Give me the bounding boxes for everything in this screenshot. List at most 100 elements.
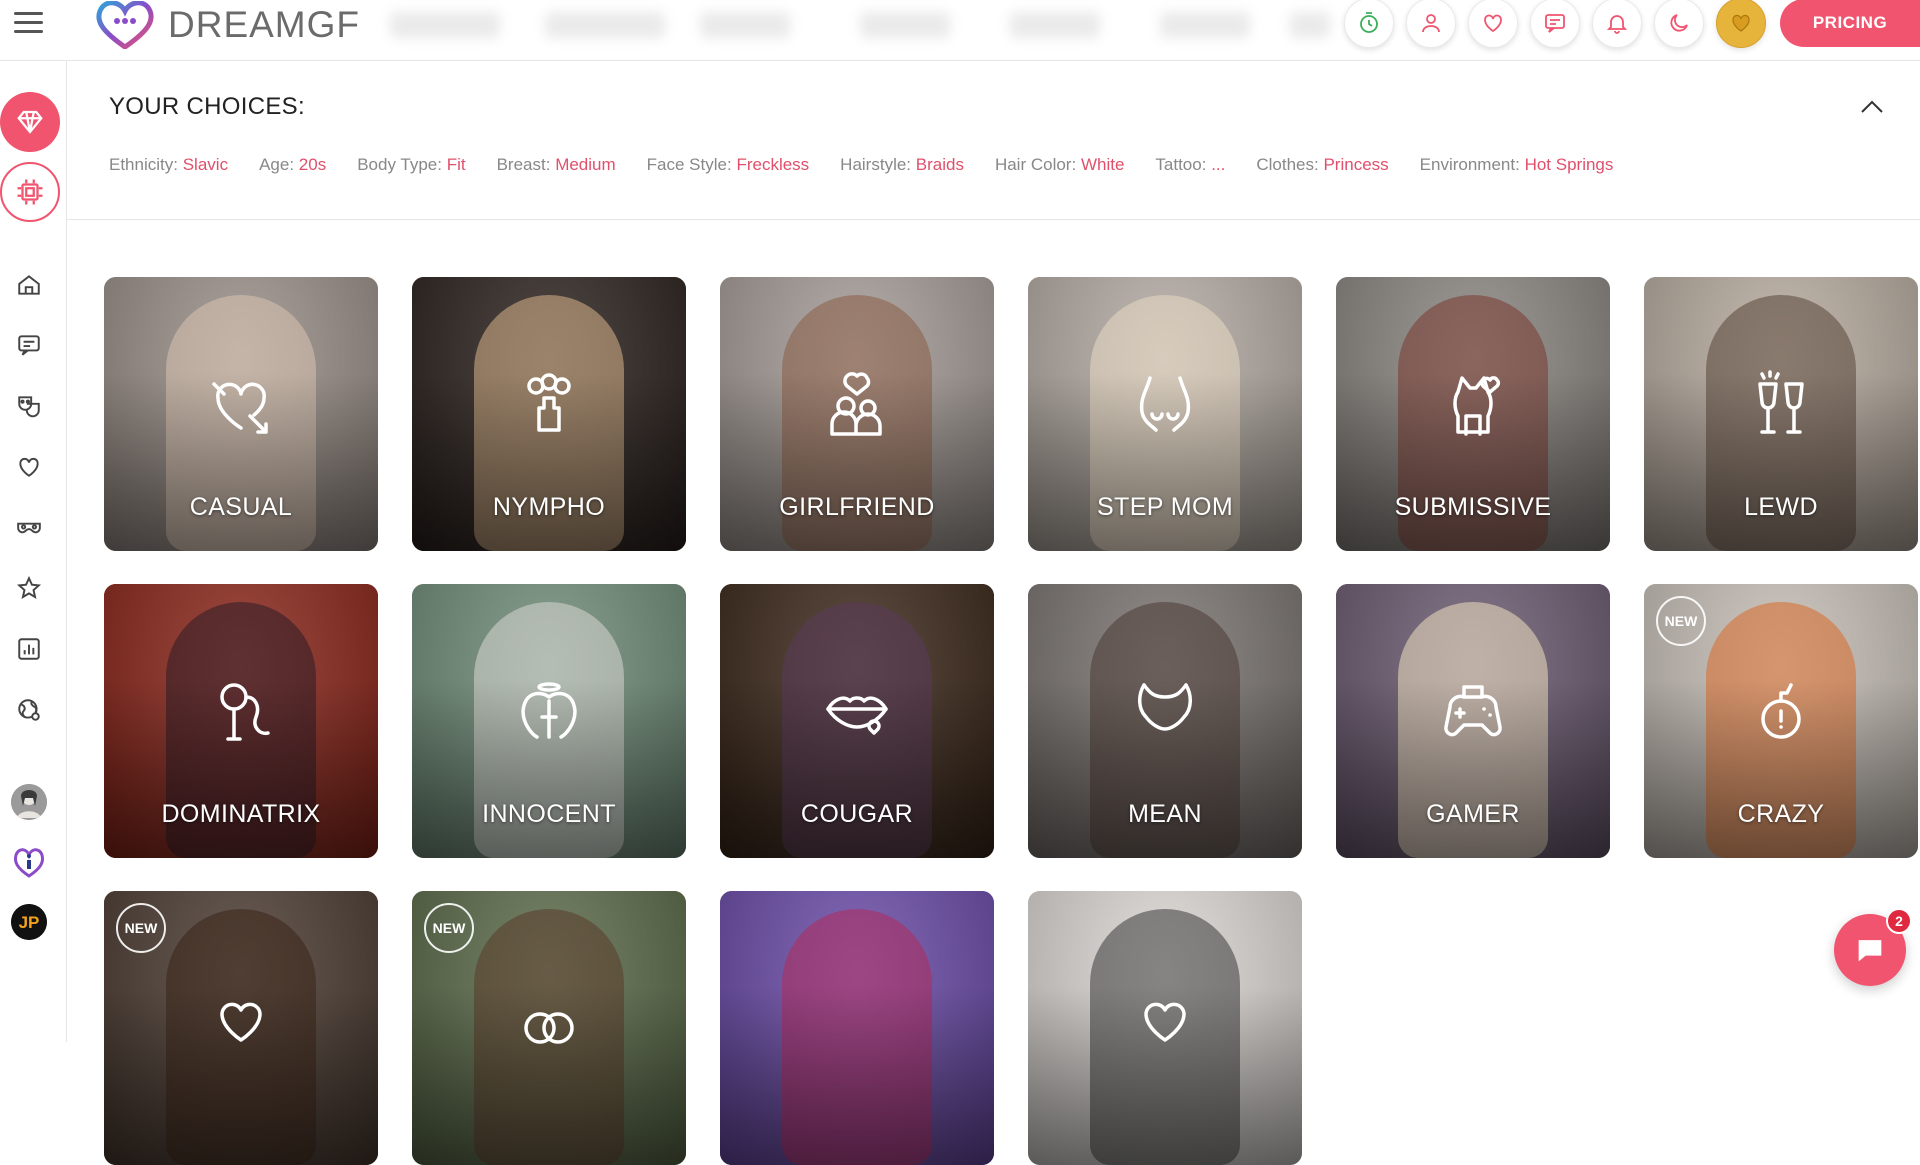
chevron-up-icon[interactable] bbox=[1858, 97, 1886, 117]
moon-icon[interactable] bbox=[1654, 0, 1704, 48]
personality-card[interactable] bbox=[720, 891, 994, 1165]
personality-icon bbox=[220, 1002, 262, 1042]
gold-heart-icon[interactable] bbox=[1716, 0, 1766, 48]
user-icon[interactable] bbox=[1406, 0, 1456, 48]
chat-icon[interactable] bbox=[1530, 0, 1580, 48]
svg-text:JP: JP bbox=[19, 913, 40, 932]
chat-unread-badge: 2 bbox=[1886, 908, 1912, 934]
personality-card[interactable]: CASUAL bbox=[104, 277, 378, 551]
personality-card[interactable]: STEP MOM bbox=[1028, 277, 1302, 551]
masks-icon[interactable] bbox=[14, 391, 44, 421]
personality-icon bbox=[826, 696, 888, 735]
new-badge: NEW bbox=[424, 903, 474, 953]
personality-card[interactable]: GAMER bbox=[1336, 584, 1610, 858]
personality-icon bbox=[527, 373, 571, 432]
choice-item[interactable]: Age: 20s bbox=[259, 155, 326, 175]
personality-card[interactable]: DOMINATRIX bbox=[104, 584, 378, 858]
card-label: CRAZY bbox=[1737, 800, 1825, 828]
choice-key: Tattoo: bbox=[1155, 155, 1207, 174]
personality-card[interactable]: NEW bbox=[412, 891, 686, 1165]
choice-value: Hot Springs bbox=[1524, 155, 1614, 174]
card-label: MEAN bbox=[1128, 800, 1202, 828]
heart-icon[interactable] bbox=[14, 452, 44, 482]
chat-icon[interactable] bbox=[14, 330, 44, 360]
choice-item[interactable]: Tattoo: ... bbox=[1155, 155, 1225, 175]
choice-key: Environment: bbox=[1419, 155, 1520, 174]
personality-card[interactable]: GIRLFRIEND bbox=[720, 277, 994, 551]
personality-icon bbox=[830, 372, 882, 436]
personality-card[interactable] bbox=[1028, 891, 1302, 1165]
mask-icon[interactable] bbox=[14, 513, 44, 543]
chat-launcher-button[interactable]: 2 bbox=[1834, 908, 1912, 986]
personality-card[interactable]: LEWD bbox=[1644, 277, 1918, 551]
choice-item[interactable]: Face Style: Freckless bbox=[647, 155, 810, 175]
personality-card[interactable]: NYMPHO bbox=[412, 277, 686, 551]
heart-icon[interactable] bbox=[1468, 0, 1518, 48]
choice-value: Fit bbox=[446, 155, 466, 174]
personality-card[interactable]: INNOCENT bbox=[412, 584, 686, 858]
personality-icon bbox=[1758, 370, 1804, 434]
personality-icon bbox=[212, 382, 268, 434]
jp-icon[interactable]: JP bbox=[11, 904, 47, 940]
choice-value: White bbox=[1080, 155, 1125, 174]
choice-item[interactable]: Ethnicity: Slavic bbox=[109, 155, 228, 175]
card-label: GIRLFRIEND bbox=[779, 493, 935, 521]
chat-bubble-icon bbox=[1858, 940, 1882, 962]
personality-card[interactable]: CRAZY NEW bbox=[1644, 584, 1918, 858]
personality-icon bbox=[1138, 683, 1192, 731]
home-icon[interactable] bbox=[14, 270, 44, 300]
choice-value: Freckless bbox=[736, 155, 810, 174]
bell-icon[interactable] bbox=[1592, 0, 1642, 48]
nav-link-blurred[interactable] bbox=[700, 12, 790, 38]
info-heart-icon[interactable] bbox=[11, 844, 47, 880]
choice-value: Princess bbox=[1323, 155, 1389, 174]
personality-icon bbox=[1453, 376, 1501, 436]
personality-icon bbox=[1144, 1002, 1186, 1042]
diamond-icon[interactable] bbox=[0, 92, 60, 152]
chart-icon[interactable] bbox=[14, 634, 44, 664]
nav-link-blurred[interactable] bbox=[545, 12, 665, 38]
pricing-button[interactable]: PRICING bbox=[1780, 0, 1920, 47]
personality-card[interactable]: SUBMISSIVE bbox=[1336, 277, 1610, 551]
choice-value: Slavic bbox=[182, 155, 229, 174]
choice-item[interactable]: Hairstyle: Braids bbox=[840, 155, 964, 175]
choice-item[interactable]: Hair Color: White bbox=[995, 155, 1124, 175]
choice-key: Ethnicity: bbox=[109, 155, 178, 174]
new-badge: NEW bbox=[116, 903, 166, 953]
nav-link-blurred[interactable] bbox=[1160, 12, 1250, 38]
personality-card[interactable]: NEW bbox=[104, 891, 378, 1165]
card-label: NYMPHO bbox=[492, 493, 606, 521]
card-label: SUBMISSIVE bbox=[1394, 493, 1552, 521]
personality-card[interactable]: COUGAR bbox=[720, 584, 994, 858]
choice-key: Hair Color: bbox=[994, 155, 1077, 174]
nav-link-blurred[interactable] bbox=[390, 12, 500, 38]
personality-card[interactable]: MEAN bbox=[1028, 584, 1302, 858]
choice-value: ... bbox=[1211, 155, 1226, 174]
chip-icon[interactable] bbox=[0, 162, 60, 222]
nav-link-blurred[interactable] bbox=[860, 12, 950, 38]
choice-item[interactable]: Clothes: Princess bbox=[1256, 155, 1388, 175]
timer-icon[interactable] bbox=[1344, 0, 1394, 48]
nav-link-blurred[interactable] bbox=[1290, 12, 1330, 38]
nav-link-blurred[interactable] bbox=[1010, 12, 1100, 38]
choices-list: Ethnicity: Slavic Age: 20s Body Type: Fit B… bbox=[109, 155, 1613, 175]
globe-icon[interactable] bbox=[14, 695, 44, 725]
choice-value: Medium bbox=[555, 155, 616, 174]
logo-text: DREAMGF bbox=[168, 4, 360, 45]
star-icon[interactable] bbox=[14, 573, 44, 603]
menu-icon[interactable] bbox=[14, 12, 43, 34]
avatar-icon[interactable] bbox=[11, 784, 47, 820]
card-label: GAMER bbox=[1426, 800, 1520, 828]
sidebar: JP bbox=[0, 61, 67, 1042]
choice-key: Body Type: bbox=[357, 155, 442, 174]
choice-item[interactable]: Breast: Medium bbox=[497, 155, 616, 175]
choice-item[interactable]: Body Type: Fit bbox=[357, 155, 465, 175]
choice-item[interactable]: Environment: Hot Springs bbox=[1420, 155, 1614, 175]
new-badge: NEW bbox=[1656, 596, 1706, 646]
header-actions: PRICING bbox=[1344, 0, 1920, 48]
choices-title: YOUR CHOICES: bbox=[109, 93, 305, 120]
logo[interactable]: DREAMGF bbox=[92, 0, 360, 50]
choice-key: Breast: bbox=[496, 155, 551, 174]
card-label: STEP MOM bbox=[1096, 493, 1234, 521]
card-label: CASUAL bbox=[189, 493, 293, 521]
